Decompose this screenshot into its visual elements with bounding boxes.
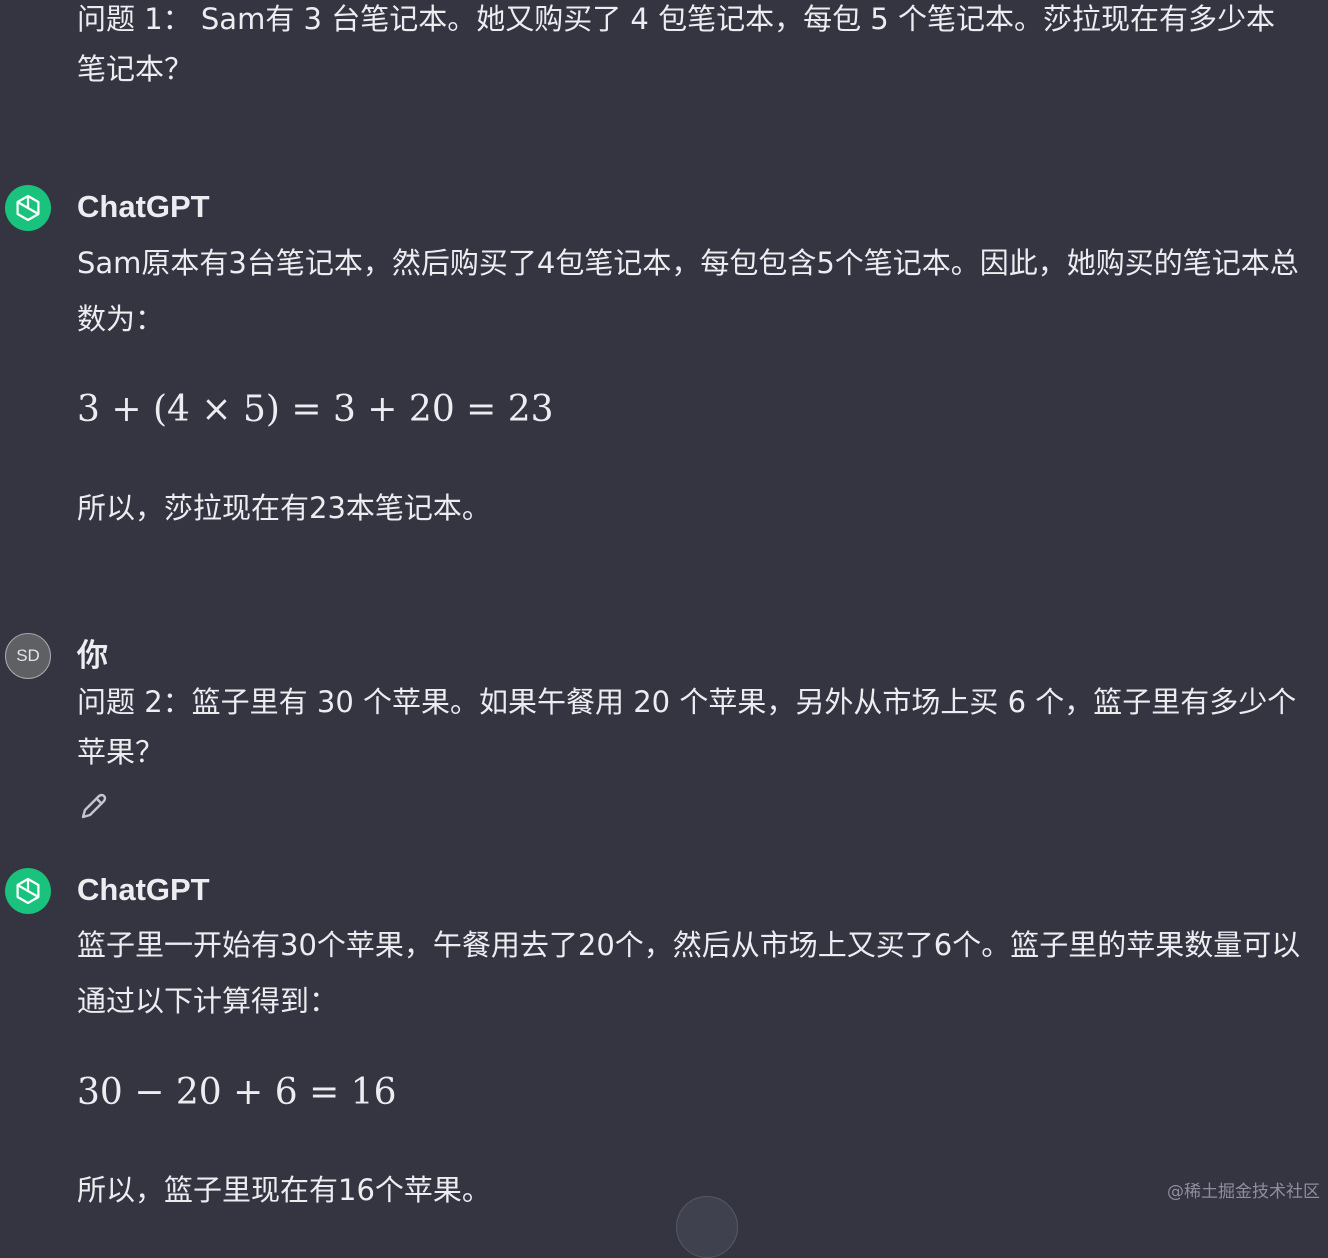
user-message-text: 问题 2：篮子里有 30 个苹果。如果午餐用 20 个苹果，另外从市场上买 6 … [77,685,1297,769]
message-author: ChatGPT [77,189,210,224]
chatgpt-avatar [5,185,51,231]
math-equation: 30 − 20 + 6 = 16 [77,1072,397,1113]
message-author: ChatGPT [77,872,210,907]
math-equation: 3 + (4 × 5) = 3 + 20 = 23 [77,389,554,430]
edit-message-button[interactable] [77,789,111,823]
assistant-message-conclusion: 所以，莎拉现在有23本笔记本。 [77,491,491,525]
user-avatar: SD [5,633,51,679]
user-message-text-1: 问题 1： Sam有 3 台笔记本。她又购买了 4 包笔记本，每包 5 个笔记本… [77,2,1275,86]
assistant-message-text: Sam原本有3台笔记本，然后购买了4包笔记本，每包包含5个笔记本。因此，她购买的… [77,246,1299,336]
watermark: @稀土掘金技术社区 [1167,1182,1320,1202]
chatgpt-avatar [5,868,51,914]
pencil-icon [81,793,107,819]
message-author: 你 [77,638,108,673]
scroll-to-bottom-button[interactable] [676,1196,738,1258]
assistant-message-text: 篮子里一开始有30个苹果，午餐用去了20个，然后从市场上又买了6个。篮子里的苹果… [77,928,1301,1018]
openai-logo-icon [16,877,40,905]
openai-logo-icon [16,194,40,222]
